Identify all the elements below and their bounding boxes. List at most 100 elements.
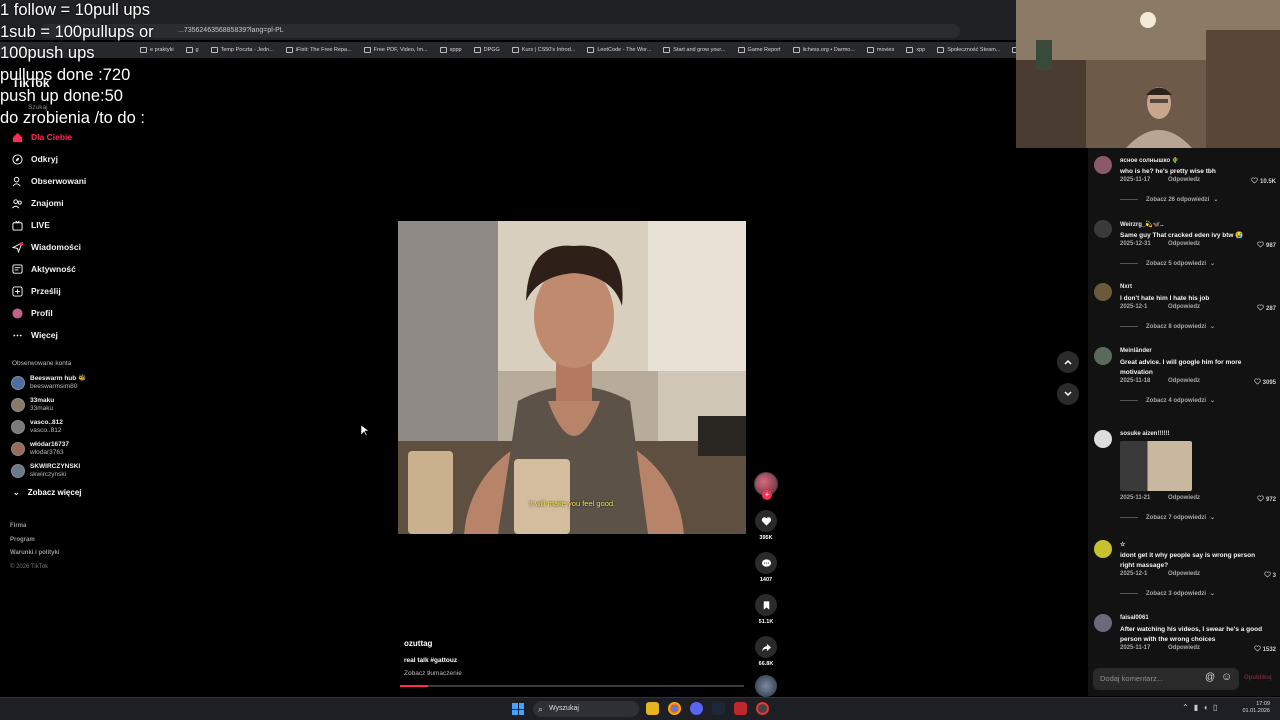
sidebar-item-odkryj[interactable]: Odkryj [12,148,86,170]
bookmark-item[interactable]: LeetCode - The Wor... [587,47,651,53]
comment-like-button[interactable]: 10.5K [1251,177,1276,186]
bookmark-item[interactable]: xpp [906,47,925,53]
bookmark-label: LeetCode - The Wor... [597,47,652,53]
view-replies-button[interactable]: Zobacz 7 odpowiedzi ⌄ [1120,514,1215,521]
comment-username[interactable]: Nxrt [1120,284,1132,290]
sidebar-item-live[interactable]: LIVE [12,214,86,236]
bookmark-item[interactable]: Free PDF, Video, Im... [363,47,428,53]
comment-like-button[interactable]: 287 [1257,304,1276,313]
view-replies-button[interactable]: Zobacz 3 odpowiedzi ⌄ [1120,590,1215,597]
view-replies-button[interactable]: Zobacz 8 odpowiedzi ⌄ [1120,323,1215,330]
comment-like-button[interactable]: 972 [1257,495,1276,504]
comment-username[interactable]: Meinländer [1120,348,1152,354]
see-translation-link[interactable]: Zobacz tłumaczenie [404,670,462,677]
reply-button[interactable]: Odpowiedz [1168,304,1200,310]
obs-icon[interactable] [756,702,769,715]
comment-like-button[interactable]: 3 [1263,571,1276,580]
comment-avatar[interactable] [1094,540,1112,558]
comment-like-button[interactable]: 987 [1257,241,1276,250]
reply-button[interactable]: Odpowiedz [1168,571,1200,577]
sidebar-item-wi-cej[interactable]: Więcej [12,324,86,346]
sidebar-item-znajomi[interactable]: Znajomi [12,192,86,214]
bookmark-item[interactable]: DPGG [473,47,500,53]
sidebar-item-obserwowani[interactable]: Obserwowani [12,170,86,192]
bookmark-item[interactable]: movies [866,47,894,53]
like-button[interactable] [755,510,777,532]
see-more-button[interactable]: ⌄ Zobacz więcej [13,488,82,497]
sidebar-item-wiadomo-ci[interactable]: Wiadomości [12,236,86,258]
comment-avatar[interactable] [1094,347,1112,365]
clock[interactable]: 17:09 01.01.2026 [1242,701,1270,715]
bookmark-item[interactable]: lichess.org • Darmo... [792,47,855,53]
follow-plus-icon[interactable]: + [762,490,772,500]
comment-button[interactable] [755,552,777,574]
bookmark-item[interactable]: Społeczność Steam... [937,47,1000,53]
view-replies-button[interactable]: Zobacz 4 odpowiedzi ⌄ [1120,397,1215,404]
comment-avatar[interactable] [1094,430,1112,448]
taskbar-search[interactable]: Wyszukaj [533,701,639,717]
mention-icon[interactable]: @ [1205,672,1215,683]
comment-like-button[interactable]: 1532 [1253,645,1276,654]
video-author[interactable]: ozuttag [404,639,432,648]
view-replies-button[interactable]: Zobacz 5 odpowiedzi ⌄ [1120,260,1215,267]
comment-username[interactable]: ☆ [1120,541,1125,548]
view-replies-button[interactable]: Zobacz 26 odpowiedzi ⌄ [1120,196,1218,203]
sidebar-item-prze-lij[interactable]: Prześlij [12,280,86,302]
system-tray-icons[interactable]: ⌃▮◖▯ [1182,703,1222,712]
reply-button[interactable]: Odpowiedz [1168,378,1200,384]
bookmark-item[interactable]: Game Report [737,47,781,53]
followed-account[interactable]: 33maku 33maku [11,394,86,416]
comment-image[interactable] [1120,441,1192,491]
next-video-button[interactable] [1057,383,1079,405]
comment-username[interactable]: sosuke aizen!!!!!! [1120,431,1169,437]
footer-link-company[interactable]: Firma [10,520,59,534]
music-disc-icon[interactable] [755,675,777,697]
sidebar-item-profil[interactable]: Profil [12,302,86,324]
comment-avatar[interactable] [1094,156,1112,174]
reply-button[interactable]: Odpowiedz [1168,241,1200,247]
bookmark-item[interactable]: xppp [439,47,462,53]
chrome-icon[interactable] [668,702,681,715]
file-explorer-icon[interactable] [646,702,659,715]
comment-username[interactable]: ясное солнышко 🌵 [1120,157,1179,164]
bookmark-item[interactable]: Temp Poczta - Jedn... [210,47,274,53]
save-button[interactable] [755,594,777,616]
address-bar[interactable]: ...7356246356885839?lang=pl-PL [40,24,960,38]
footer-link-program[interactable]: Program [10,534,59,548]
reply-button[interactable]: Odpowiedz [1168,645,1200,651]
comment-username[interactable]: faisal0061 [1120,615,1149,621]
bookmark-icon [866,47,874,53]
reply-button[interactable]: Odpowiedz [1168,177,1200,183]
emoji-icon[interactable]: ☺ [1221,671,1232,683]
comment-like-button[interactable]: 3095 [1253,378,1276,387]
steam-icon[interactable] [712,702,725,715]
post-comment-button[interactable]: Opublikuj [1244,675,1272,681]
comment-date: 2025-12-1 [1120,571,1148,577]
followed-account[interactable]: vasco..812 vasco..812 [11,416,86,438]
comment-avatar[interactable] [1094,220,1112,238]
comment-input[interactable]: Dodaj komentarz... [1093,668,1239,690]
bookmark-item[interactable]: g [185,47,199,53]
bookmark-item[interactable]: iFixit: The Free Repa... [285,47,352,53]
chevron-down-icon [1064,391,1072,397]
app-icon[interactable] [734,702,747,715]
windows-start-icon[interactable] [512,703,524,715]
reply-button[interactable]: Odpowiedz [1168,495,1200,501]
discord-icon[interactable] [690,702,703,715]
followed-account[interactable]: Beeswarm hub 🐝 beeswarmsim80 [11,372,86,394]
share-button[interactable] [755,636,777,658]
comment-username[interactable]: Weirzrg_💫🦋.. [1120,221,1164,228]
comment-avatar[interactable] [1094,283,1112,301]
video-player[interactable]: It will make you feel good. [398,221,746,534]
comment-avatar[interactable] [1094,614,1112,632]
sidebar-item-dla-ciebie[interactable]: Dla Ciebie [12,126,86,148]
followed-account[interactable]: włódar16737 wlodar3763 [11,438,86,460]
sidebar-item-aktywno-[interactable]: Aktywność [12,258,86,280]
followed-account[interactable]: SKWIRCZYNSKI skwirczynski [11,460,86,482]
creator-avatar[interactable]: + [754,472,778,500]
bookmark-item[interactable]: Start and grow your... [663,47,726,53]
previous-video-button[interactable] [1057,351,1079,373]
video-progress-bar[interactable] [400,685,744,687]
bookmark-item[interactable]: Kurs | CS50's Introd... [511,47,575,53]
footer-link-terms[interactable]: Warunki i polityki [10,547,59,561]
